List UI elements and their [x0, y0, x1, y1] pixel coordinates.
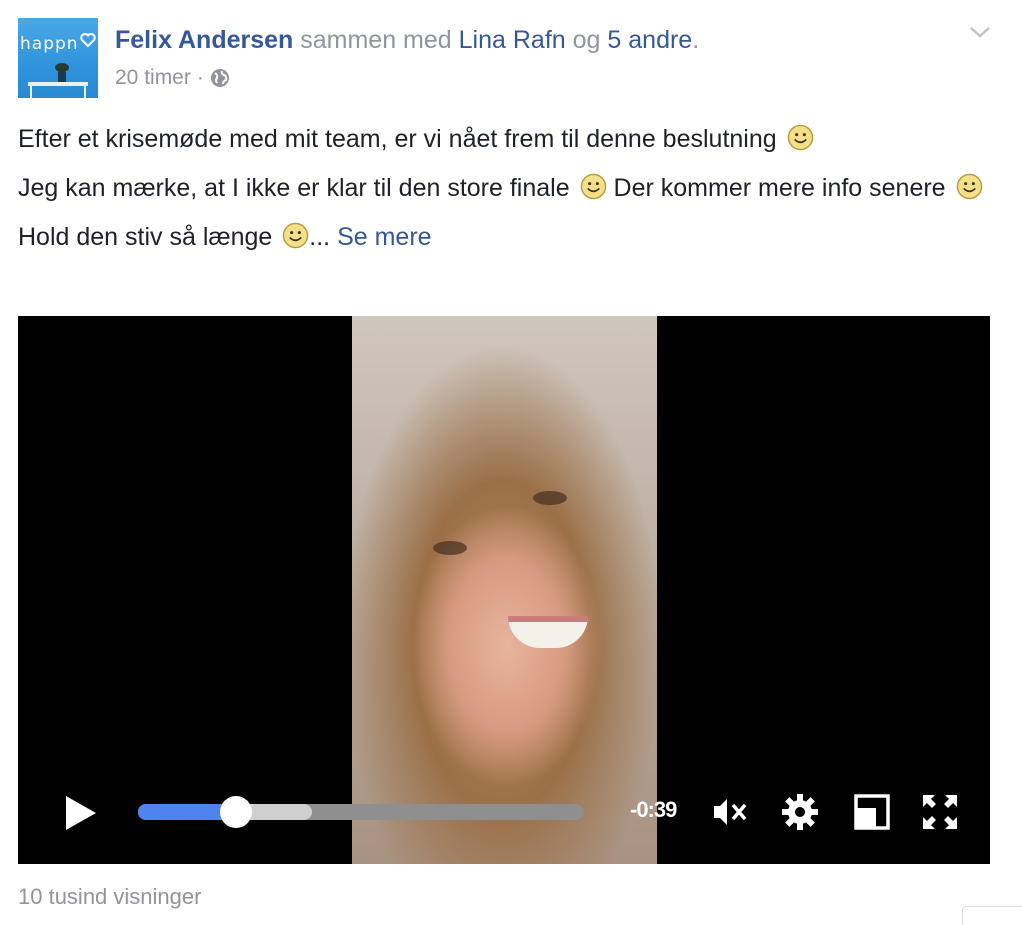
avatar-table [28, 82, 88, 86]
tagged-person-link[interactable]: Lina Rafn [459, 26, 566, 54]
post-meta: 20 timer · [115, 64, 230, 92]
mute-icon[interactable] [710, 792, 750, 832]
smile-emoji-icon [787, 124, 813, 151]
heart-icon [80, 33, 96, 48]
avatar-table-leg [84, 86, 86, 98]
post-line-3: Hold den stiv så længe [18, 223, 273, 251]
scrubber-handle[interactable] [220, 796, 253, 828]
post-paragraph: Jeg kan mærke, at I ikke er klar til den… [18, 169, 988, 207]
ellipsis: ... [309, 223, 331, 251]
minimize-icon[interactable] [852, 792, 892, 832]
page-avatar[interactable]: happn [18, 18, 98, 98]
author-name-link[interactable]: Felix Andersen [115, 26, 293, 54]
view-count: 10 tusind visninger [18, 884, 202, 909]
avatar-brand-text: happn [20, 34, 79, 54]
chevron-down-icon[interactable] [968, 22, 992, 42]
progress-bar[interactable] [138, 796, 584, 828]
video-face-eye [533, 491, 567, 505]
others-link[interactable]: 5 andre [607, 26, 692, 54]
video-face-eye [433, 541, 467, 555]
globe-icon[interactable] [210, 68, 230, 88]
settings-gear-icon[interactable] [780, 792, 820, 832]
avatar-table-leg [30, 86, 32, 98]
play-icon[interactable] [64, 794, 98, 832]
video-player[interactable]: -0:39 [18, 316, 990, 864]
post-header: Felix Andersen sammen med Lina Rafn og 5… [115, 24, 699, 56]
meta-separator: · [196, 66, 204, 89]
post-line-2b: Der kommer mere info senere [613, 174, 946, 202]
time-remaining: -0:39 [630, 797, 677, 822]
post-line-2a: Jeg kan mærke, at I ikke er klar til den… [18, 174, 570, 202]
post-paragraph: Hold den stiv så længe ... Se mere [18, 218, 988, 256]
fullscreen-icon[interactable] [920, 792, 960, 832]
post-body: Efter et krisemøde med mit team, er vi n… [18, 120, 988, 267]
video-controls: -0:39 [18, 776, 990, 848]
post-line-1: Efter et krisemøde med mit team, er vi n… [18, 125, 777, 153]
smile-emoji-icon [956, 173, 982, 200]
panel-corner [962, 906, 1022, 925]
with-text: sammen med [300, 26, 452, 54]
smile-emoji-icon [282, 222, 309, 249]
smile-emoji-icon [580, 173, 606, 200]
and-text: og [572, 26, 601, 54]
avatar-pot [58, 70, 66, 82]
header-period: . [692, 26, 700, 54]
post-paragraph: Efter et krisemøde med mit team, er vi n… [18, 120, 988, 158]
see-more-link[interactable]: Se mere [337, 223, 431, 251]
timestamp-link[interactable]: 20 timer [115, 64, 191, 92]
